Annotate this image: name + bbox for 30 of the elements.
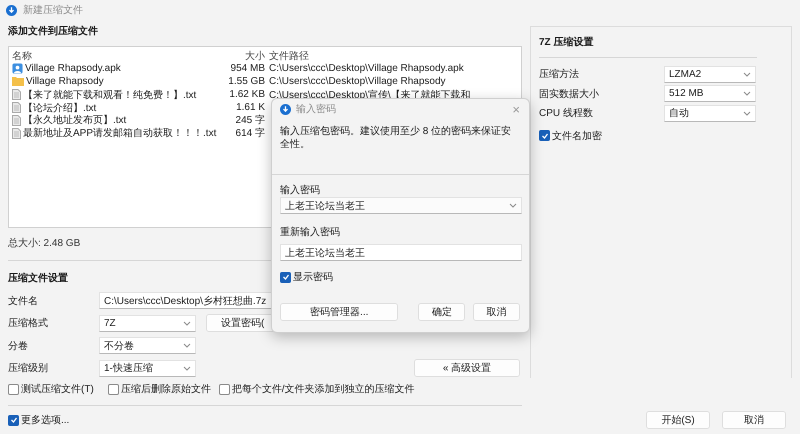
field-label: 压缩格式 <box>8 316 49 330</box>
file-size-cell-text: 1.55 GB <box>229 76 266 87</box>
field-label: 输入密码 <box>280 184 321 197</box>
file-size-cell-text: 614 字 <box>234 126 266 140</box>
checkbox-label: 更多选项... <box>21 414 70 428</box>
window-title: 新建压缩文件 <box>23 4 83 18</box>
total-size: 总大小: 2.48 GB <box>8 236 82 250</box>
file-size-cell-text: 245 字 <box>234 114 266 128</box>
checkbox-label: 测试压缩文件(T) <box>21 382 94 396</box>
section-title: 7Z 压缩设置 <box>539 36 594 50</box>
checkbox-label: 文件名加密 <box>552 130 602 143</box>
checkbox-label: 把每个文件/文件夹添加到独立的压缩文件 <box>232 382 415 396</box>
field-label: 重新输入密码 <box>280 226 341 239</box>
section-title: 添加文件到压缩文件 <box>8 24 98 38</box>
field-label: 固实数据大小 <box>539 88 600 101</box>
file-path-cell-text: C:\Users\ccc\Desktop\Village Rhapsody <box>269 76 447 87</box>
field-label: 文件名 <box>8 294 39 308</box>
dialog-message: 输入压缩包密码。建议使用至少 8 位的密码来保证安全性。 <box>280 125 512 151</box>
file-size-cell-text: 1.61 K <box>235 102 266 113</box>
file-size-cell-text: 954 MB <box>230 63 266 74</box>
section-title: 压缩文件设置 <box>8 272 68 286</box>
file-size-cell-text: 1.62 KB <box>229 89 266 100</box>
checkbox-label: 显示密码 <box>293 270 333 284</box>
dialog-title: 输入密码 <box>296 102 336 116</box>
checkbox-label: 压缩后删除原始文件 <box>120 382 211 396</box>
file-path-cell-text: C:\Users\ccc\Desktop\Village Rhapsody.apk <box>269 63 465 74</box>
field-label: 压缩方法 <box>539 68 580 82</box>
field-label: 压缩级别 <box>8 362 49 376</box>
field-label: 分卷 <box>8 340 29 353</box>
field-label: CPU 线程数 <box>539 106 594 120</box>
